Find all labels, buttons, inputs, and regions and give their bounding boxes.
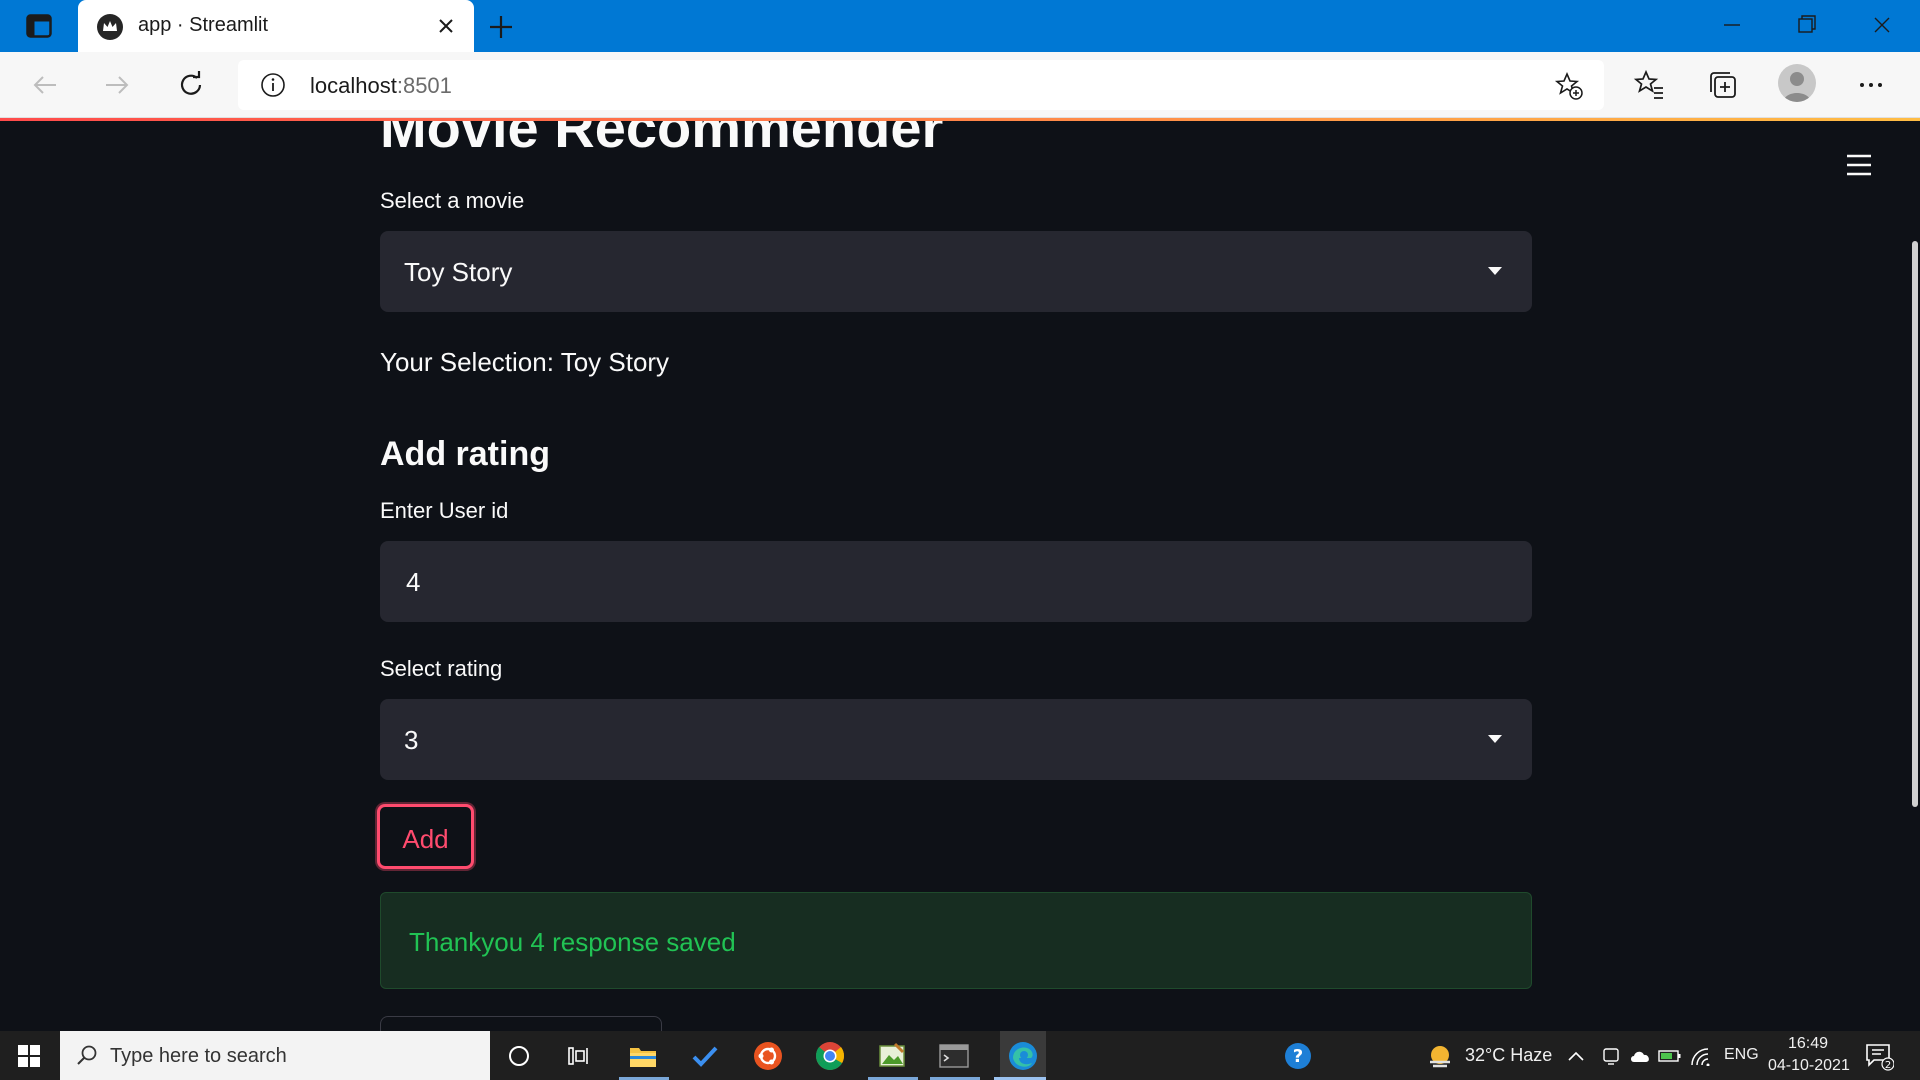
user-id-input[interactable]: 4 [380, 541, 1532, 622]
chrome-icon[interactable] [813, 1039, 847, 1073]
svg-text:?: ? [1293, 1046, 1303, 1067]
image-editor-icon[interactable] [875, 1039, 909, 1073]
success-message: Thankyou 4 response saved [409, 927, 736, 957]
user-id-value: 4 [406, 567, 421, 597]
rating-select-value: 3 [404, 725, 419, 755]
add-button[interactable]: Add [377, 804, 474, 869]
hamburger-menu-icon[interactable] [1845, 153, 1873, 177]
search-icon [76, 1044, 98, 1066]
browser-titlebar: app · Streamlit [0, 0, 1920, 52]
rating-select-label: Select rating [380, 656, 503, 681]
add-button-label: Add [402, 824, 449, 854]
more-options-icon[interactable] [1854, 68, 1888, 102]
chevron-down-icon [1488, 735, 1502, 743]
restore-icon[interactable] [1788, 10, 1824, 40]
address-bar[interactable]: localhost:8501 [238, 60, 1604, 110]
help-icon[interactable]: ? [1281, 1039, 1315, 1073]
favorites-icon[interactable] [1632, 68, 1666, 102]
browser-toolbar: localhost:8501 [0, 52, 1920, 118]
search-placeholder: Type here to search [110, 1045, 287, 1067]
language-indicator[interactable]: ENG [1724, 1046, 1759, 1064]
terminal-icon[interactable] [937, 1039, 971, 1073]
success-alert: Thankyou 4 response saved [380, 892, 1532, 989]
file-explorer-icon[interactable] [626, 1039, 660, 1073]
close-window-icon[interactable] [1864, 10, 1900, 40]
user-id-label: Enter User id [380, 498, 509, 523]
weather-sun-icon [1423, 1039, 1457, 1073]
task-view-icon[interactable] [563, 1039, 597, 1073]
battery-icon[interactable] [1656, 1039, 1684, 1073]
windows-start-icon[interactable] [18, 1045, 40, 1067]
url-host: localhost [310, 73, 397, 98]
streamlit-page: Movie Recommender Select a movie Toy Sto… [0, 121, 1920, 1031]
chevron-up-icon[interactable] [1563, 1039, 1589, 1073]
todo-check-icon[interactable] [688, 1039, 722, 1073]
tab-actions-icon[interactable] [26, 14, 52, 38]
movie-select-value: Toy Story [404, 257, 513, 287]
windows-taskbar: Type here to search ? 32°C Haze ENG 16:4… [0, 1031, 1920, 1080]
page-scrollbar[interactable] [1912, 241, 1918, 807]
clock-time[interactable]: 16:49 [1788, 1035, 1828, 1053]
clock-date[interactable]: 04-10-2021 [1768, 1057, 1850, 1075]
streamlit-crown-icon [96, 13, 124, 41]
tab-title: app · Streamlit [138, 14, 269, 36]
chevron-down-icon [1488, 267, 1502, 275]
notification-count: 2 [1885, 1060, 1891, 1071]
movie-select-label: Select a movie [380, 188, 525, 213]
browser-tab-active[interactable]: app · Streamlit [78, 0, 474, 52]
cortana-icon[interactable] [502, 1039, 536, 1073]
profile-avatar[interactable] [1778, 64, 1816, 102]
partially-visible-widget[interactable] [380, 1016, 662, 1031]
meet-now-icon[interactable] [1598, 1039, 1624, 1073]
add-favorite-icon[interactable] [1554, 71, 1584, 101]
refresh-icon[interactable] [174, 68, 208, 102]
forward-arrow-icon[interactable] [100, 68, 134, 102]
selection-text: Your Selection: Toy Story [380, 347, 670, 377]
close-tab-icon[interactable] [433, 13, 459, 39]
wifi-icon[interactable] [1686, 1039, 1714, 1073]
add-rating-heading: Add rating [380, 435, 550, 473]
collections-icon[interactable] [1706, 68, 1740, 102]
onedrive-cloud-icon[interactable] [1627, 1039, 1655, 1073]
taskbar-search-box[interactable]: Type here to search [60, 1031, 490, 1080]
movie-select[interactable]: Toy Story [380, 231, 1532, 312]
back-arrow-icon[interactable] [28, 68, 62, 102]
weather-text[interactable]: 32°C Haze [1465, 1045, 1552, 1066]
url-text: localhost:8501 [310, 73, 452, 99]
page-title: Movie Recommender [380, 121, 944, 159]
site-info-icon[interactable] [260, 72, 286, 98]
edge-icon[interactable] [1000, 1031, 1046, 1080]
new-tab-icon[interactable] [486, 12, 516, 42]
url-port: :8501 [396, 73, 452, 98]
minimize-icon[interactable] [1714, 10, 1750, 40]
notification-center-icon[interactable]: 2 [1862, 1039, 1896, 1073]
ubuntu-icon[interactable] [751, 1039, 785, 1073]
rating-select[interactable]: 3 [380, 699, 1532, 780]
